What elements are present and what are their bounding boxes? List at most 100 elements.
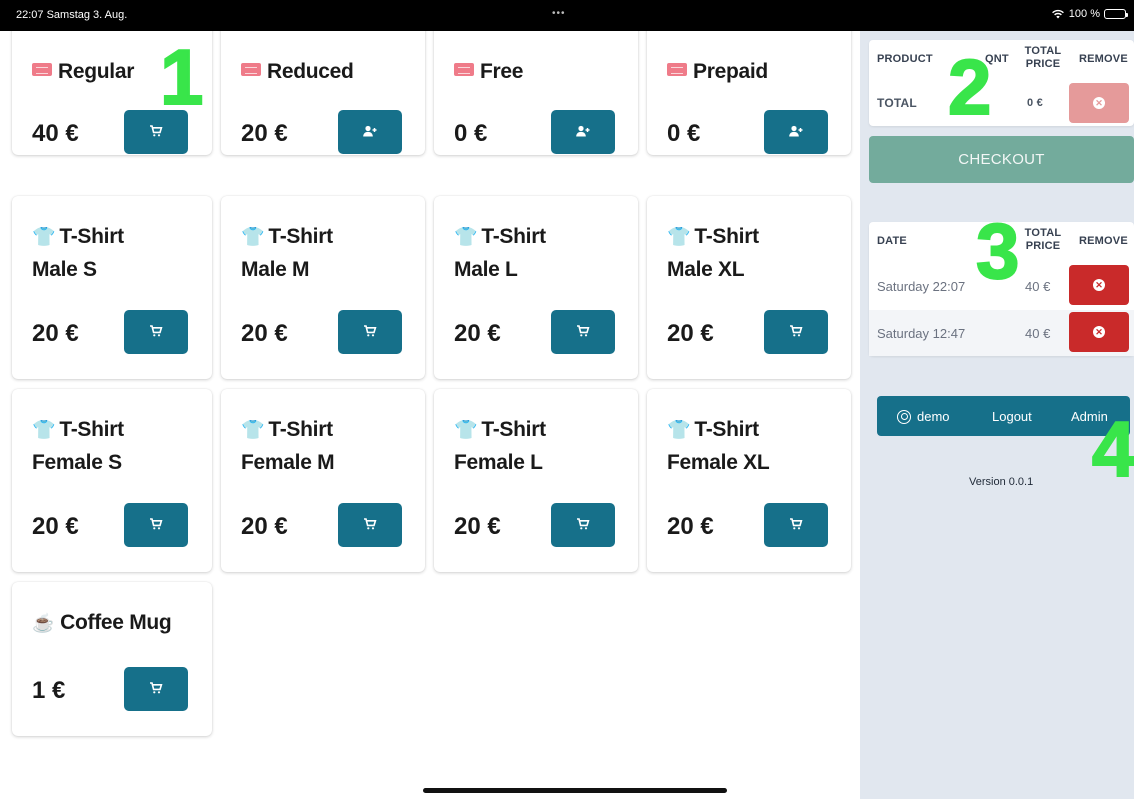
- product-card[interactable]: 👕 T-Shirt Female S 20 €: [12, 389, 212, 572]
- annotation-1: 1: [159, 33, 204, 121]
- cart-icon: [363, 517, 377, 534]
- product-price: 20 €: [454, 320, 501, 347]
- cart-total-value: 0 €: [1027, 97, 1043, 109]
- user-circle-icon: [897, 410, 911, 424]
- remove-sale-button[interactable]: ✕: [1069, 312, 1129, 352]
- history-header-date: DATE: [877, 235, 907, 247]
- product-card[interactable]: 👕 T-Shirt Male L 20 €: [434, 196, 638, 379]
- add-to-cart-button[interactable]: [338, 503, 402, 547]
- add-to-cart-button[interactable]: [551, 503, 615, 547]
- add-to-cart-button[interactable]: [124, 310, 188, 354]
- add-user-icon: [362, 124, 378, 141]
- cart-icon: [149, 681, 163, 698]
- product-name: 👕 T-Shirt Female S: [32, 418, 124, 474]
- history-price: 40 €: [1025, 279, 1051, 294]
- history-price: 40 €: [1025, 326, 1051, 341]
- product-card[interactable]: 👕 T-Shirt Female XL 20 €: [647, 389, 851, 572]
- product-name: 👕 T-Shirt Male M: [241, 225, 333, 281]
- add-to-cart-button[interactable]: [551, 310, 615, 354]
- product-name: 👕 T-Shirt Male XL: [667, 225, 759, 281]
- history-date: Saturday 22:07: [877, 279, 966, 294]
- product-card[interactable]: 👕 T-Shirt Male M 20 €: [221, 196, 425, 379]
- remove-sale-button[interactable]: ✕: [1069, 265, 1129, 305]
- ticket-icon: [241, 63, 261, 76]
- cart-icon: [576, 324, 590, 341]
- add-to-cart-button[interactable]: [124, 503, 188, 547]
- username: demo: [917, 409, 950, 424]
- product-price: 20 €: [241, 320, 288, 347]
- product-name: 👕 T-Shirt Male L: [454, 225, 546, 281]
- product-card[interactable]: 👕 T-Shirt Male S 20 €: [12, 196, 212, 379]
- tshirt-icon: 👕: [32, 420, 56, 441]
- product-card[interactable]: 👕 T-Shirt Female L 20 €: [434, 389, 638, 572]
- ticket-icon: [454, 63, 474, 76]
- cart-icon: [363, 324, 377, 341]
- wifi-icon: [1051, 9, 1064, 19]
- logout-link[interactable]: Logout: [992, 409, 1032, 424]
- product-name: Regular: [32, 56, 134, 88]
- product-grid: Regular 40 € Reduced 20 € Free 0 € Prepaid 0 € 👕…: [0, 31, 860, 799]
- cart-icon: [789, 324, 803, 341]
- add-to-cart-button[interactable]: [764, 503, 828, 547]
- history-header-remove: REMOVE: [1079, 235, 1128, 247]
- add-to-cart-button[interactable]: [124, 667, 188, 711]
- product-price: 20 €: [667, 513, 714, 540]
- user-menu[interactable]: demo: [897, 409, 950, 424]
- cart-icon: [149, 324, 163, 341]
- remove-icon: ✕: [1093, 97, 1105, 109]
- product-name: Prepaid: [667, 56, 768, 88]
- product-card[interactable]: 👕 T-Shirt Female M 20 €: [221, 389, 425, 572]
- multitasking-dots[interactable]: •••: [552, 8, 566, 19]
- tshirt-icon: 👕: [32, 227, 56, 248]
- product-name: 👕 T-Shirt Female L: [454, 418, 546, 474]
- add-to-cart-button[interactable]: [764, 310, 828, 354]
- ticket-icon: [667, 63, 687, 76]
- tshirt-icon: 👕: [454, 227, 478, 248]
- cart-icon: [789, 517, 803, 534]
- tshirt-icon: 👕: [667, 420, 691, 441]
- tshirt-icon: 👕: [667, 227, 691, 248]
- product-card[interactable]: Prepaid 0 €: [647, 31, 851, 155]
- product-card[interactable]: 👕 T-Shirt Male XL 20 €: [647, 196, 851, 379]
- product-name: 👕 T-Shirt Female M: [241, 418, 335, 474]
- status-indicators: 100 %: [1051, 8, 1128, 20]
- product-price: 20 €: [241, 120, 288, 147]
- history-date: Saturday 12:47: [877, 326, 966, 341]
- annotation-2: 2: [947, 43, 992, 131]
- add-to-cart-button[interactable]: [338, 310, 402, 354]
- annotation-4: 4: [1091, 405, 1134, 493]
- product-card[interactable]: Reduced 20 €: [221, 31, 425, 155]
- product-name: 👕 T-Shirt Male S: [32, 225, 124, 281]
- cart-header-product: PRODUCT: [877, 53, 933, 65]
- clear-cart-button[interactable]: ✕: [1069, 83, 1129, 123]
- checkout-button[interactable]: CHECKOUT: [869, 136, 1134, 183]
- product-price: 20 €: [32, 513, 79, 540]
- product-price: 1 €: [32, 677, 66, 704]
- ticket-icon: [32, 63, 52, 76]
- product-price: 0 €: [667, 120, 701, 147]
- product-price: 20 €: [667, 320, 714, 347]
- cart-icon: [576, 517, 590, 534]
- product-card[interactable]: ☕ Coffee Mug 1 €: [12, 582, 212, 736]
- product-price: 20 €: [241, 513, 288, 540]
- status-bar: 22:07 Samstag 3. Aug. ••• 100 %: [0, 0, 1134, 31]
- product-price: 20 €: [454, 513, 501, 540]
- product-card[interactable]: Free 0 €: [434, 31, 638, 155]
- add-user-icon: [788, 124, 804, 141]
- product-price: 20 €: [32, 320, 79, 347]
- product-price: 40 €: [32, 120, 79, 147]
- product-name: ☕ Coffee Mug: [32, 611, 172, 634]
- cart-total-label: TOTAL: [877, 96, 917, 110]
- annotation-3: 3: [975, 207, 1020, 295]
- add-guest-button[interactable]: [338, 110, 402, 154]
- product-name: Free: [454, 56, 523, 88]
- history-row: Saturday 12:47 40 € ✕: [869, 310, 1134, 356]
- add-guest-button[interactable]: [764, 110, 828, 154]
- add-guest-button[interactable]: [551, 110, 615, 154]
- product-name: 👕 T-Shirt Female XL: [667, 418, 770, 474]
- cart-panel: PRODUCT QNT TOTAL PRICE REMOVE TOTAL 0 € …: [869, 40, 1134, 126]
- home-indicator: [423, 788, 727, 793]
- history-header-total-price: TOTAL PRICE: [1024, 227, 1062, 252]
- cart-header-total-price: TOTAL PRICE: [1024, 45, 1062, 70]
- cart-icon: [149, 517, 163, 534]
